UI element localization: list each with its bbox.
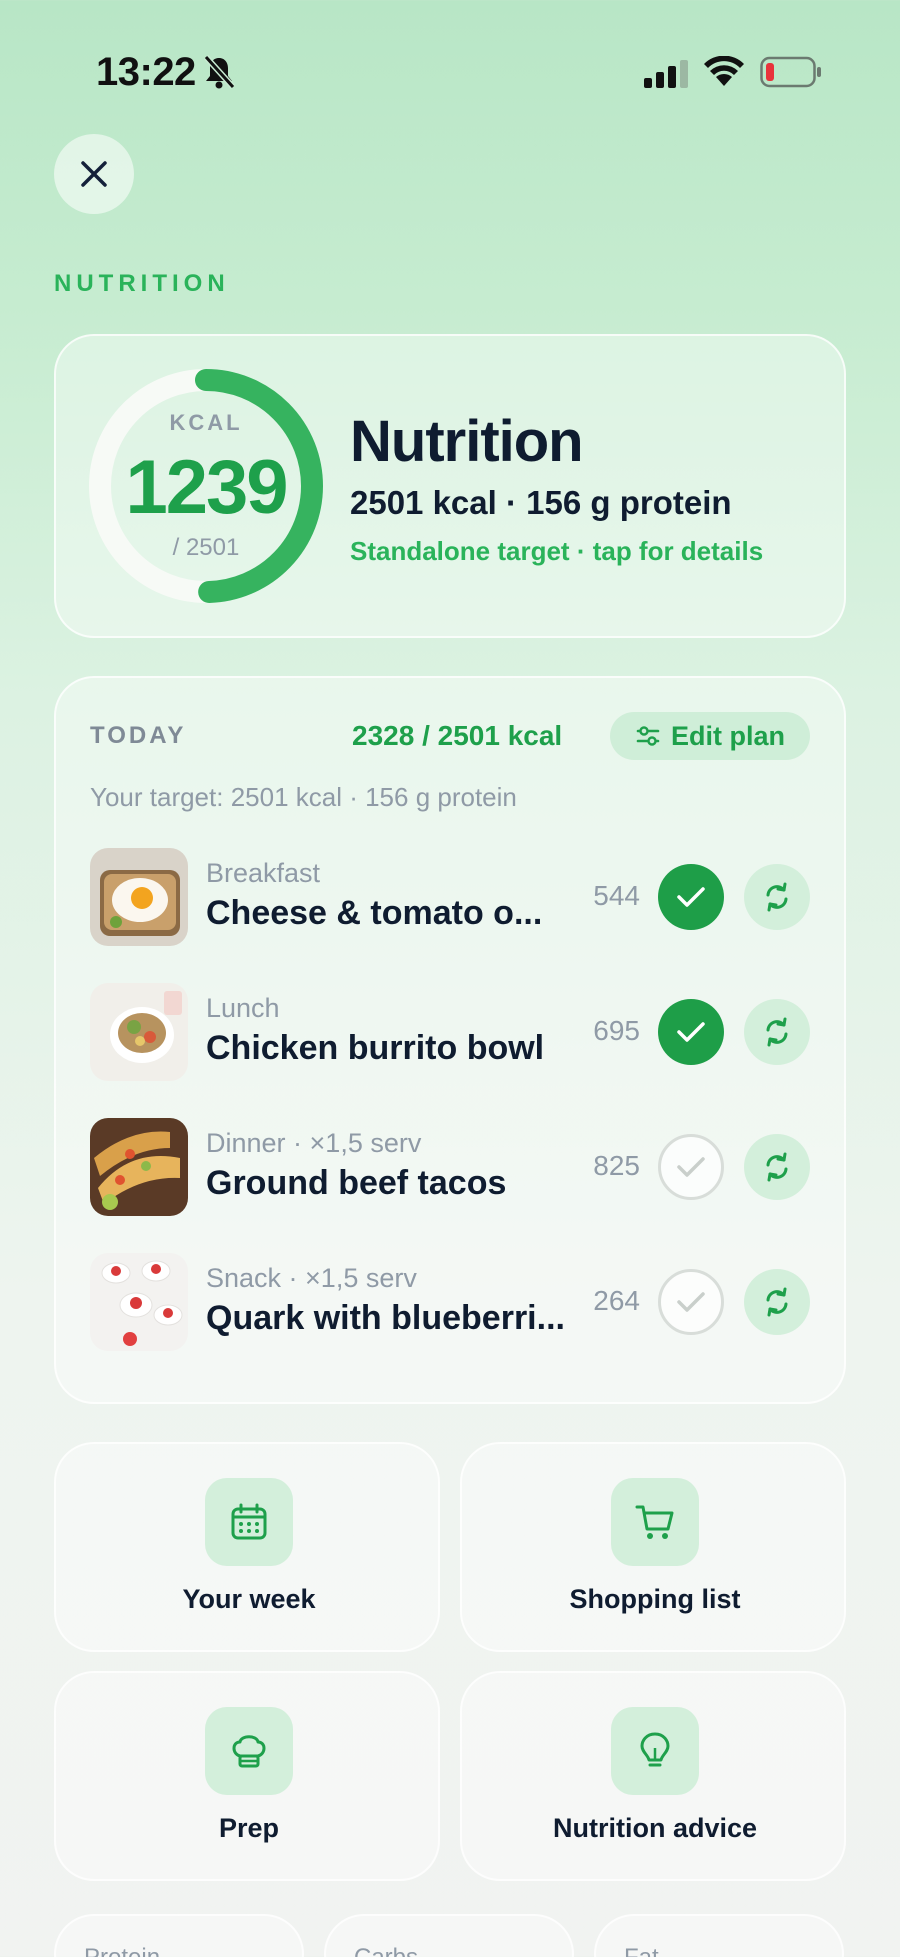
- meal-name: Quark with blueberri...: [206, 1299, 565, 1337]
- refresh-icon: [766, 1017, 788, 1047]
- macro-label: Protein: [84, 1944, 160, 1957]
- meal-type: Dinner · ×1,5 serv: [206, 1128, 422, 1158]
- tile-label: Prep: [218, 1813, 280, 1843]
- macro-card-protein[interactable]: Protein: [54, 1914, 304, 1957]
- meal-row-breakfast[interactable]: Breakfast Cheese & tomato o... 544: [90, 848, 820, 946]
- wifi-icon: [704, 56, 744, 86]
- meal-kcal: 825: [593, 1150, 640, 1181]
- meal-done-toggle[interactable]: [658, 864, 724, 930]
- meal-row-snack[interactable]: Snack · ×1,5 serv Quark with blueberri..…: [90, 1253, 820, 1351]
- checkmark-icon: [677, 1292, 705, 1312]
- dinner-photo: [90, 1118, 188, 1216]
- checkmark-icon: [677, 1022, 705, 1042]
- meal-name: Cheese & tomato o...: [206, 894, 543, 932]
- snack-photo: [90, 1253, 188, 1351]
- swap-meal-button[interactable]: [744, 999, 810, 1065]
- edit-plan-button[interactable]: Edit plan: [610, 712, 810, 760]
- close-button[interactable]: [54, 134, 134, 214]
- target-line: Your target: 2501 kcal · 156 g protein: [90, 782, 517, 812]
- your-week-tile[interactable]: Your week: [54, 1442, 440, 1652]
- meal-kcal: 695: [593, 1015, 640, 1046]
- swap-meal-button[interactable]: [744, 1134, 810, 1200]
- close-icon: [81, 161, 107, 187]
- daily-target-summary: 2501 kcal · 156 g protein: [350, 484, 732, 521]
- macro-label: Carbs: [354, 1944, 418, 1957]
- kcal-label: KCAL: [169, 410, 243, 435]
- section-label: NUTRITION: [54, 270, 230, 297]
- swap-meal-button[interactable]: [744, 864, 810, 930]
- meal-name: Ground beef tacos: [206, 1164, 507, 1202]
- status-time: 13:22: [96, 50, 196, 94]
- today-kcal-total: 2328 / 2501 kcal: [352, 720, 563, 751]
- meal-type: Breakfast: [206, 858, 321, 888]
- meal-row-lunch[interactable]: Lunch Chicken burrito bowl 695: [90, 983, 820, 1081]
- checkmark-icon: [677, 1157, 705, 1177]
- lightbulb-icon: [611, 1707, 699, 1795]
- macro-label: Fat: [624, 1944, 659, 1957]
- kcal-target: / 2501: [172, 534, 240, 561]
- meal-kcal: 544: [593, 880, 640, 911]
- calendar-icon: [205, 1478, 293, 1566]
- breakfast-photo: [90, 848, 188, 946]
- meal-done-toggle[interactable]: [658, 1269, 724, 1335]
- meal-row-dinner[interactable]: Dinner · ×1,5 serv Ground beef tacos 825: [90, 1118, 820, 1216]
- today-label: TODAY: [90, 722, 187, 749]
- tile-label: Your week: [182, 1584, 316, 1614]
- cellular-signal-icon: [644, 60, 688, 88]
- cart-icon: [611, 1478, 699, 1566]
- macro-card-fat[interactable]: Fat: [594, 1914, 844, 1957]
- swap-meal-button[interactable]: [744, 1269, 810, 1335]
- nutrition-advice-tile[interactable]: Nutrition advice: [460, 1671, 846, 1881]
- refresh-icon: [766, 882, 788, 912]
- meal-kcal: 264: [593, 1285, 640, 1316]
- chef-hat-icon: [205, 1707, 293, 1795]
- kcal-consumed: 1239: [125, 445, 288, 530]
- shopping-list-tile[interactable]: Shopping list: [460, 1442, 846, 1652]
- meal-type: Lunch: [206, 993, 280, 1023]
- macro-card-carbs[interactable]: Carbs: [324, 1914, 574, 1957]
- bell-muted-icon: [203, 54, 236, 90]
- edit-plan-label: Edit plan: [671, 720, 785, 751]
- refresh-icon: [766, 1152, 788, 1182]
- refresh-icon: [766, 1287, 788, 1317]
- meal-type: Snack · ×1,5 serv: [206, 1263, 417, 1293]
- page-title: Nutrition: [350, 409, 584, 474]
- meal-done-toggle[interactable]: [658, 1134, 724, 1200]
- tile-label: Shopping list: [569, 1584, 741, 1614]
- meal-done-toggle[interactable]: [658, 999, 724, 1065]
- tile-label: Nutrition advice: [552, 1813, 758, 1843]
- prep-tile[interactable]: Prep: [54, 1671, 440, 1881]
- sliders-icon: [636, 726, 660, 746]
- meal-name: Chicken burrito bowl: [206, 1029, 545, 1067]
- battery-low-icon: [760, 56, 821, 88]
- checkmark-icon: [677, 887, 705, 907]
- lunch-photo: [90, 983, 188, 1081]
- target-details-link[interactable]: Standalone target · tap for details: [350, 536, 763, 567]
